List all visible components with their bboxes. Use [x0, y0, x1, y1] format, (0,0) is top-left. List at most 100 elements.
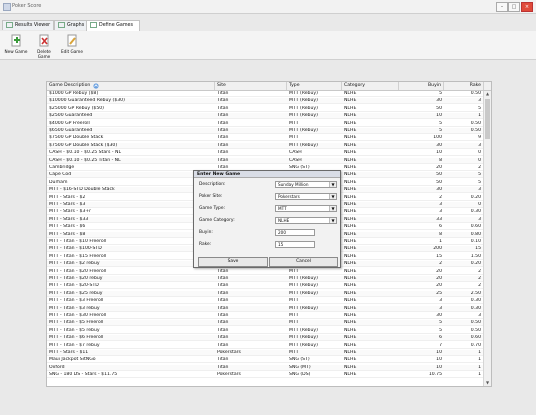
table-cell: Titan — [217, 135, 229, 141]
table-row[interactable]: CASH - $0.10 - $0.25 Stars - NL Titan CASH… — [47, 150, 483, 157]
table-row[interactable]: Oxford Titan SNG (MT) NLHE 10 1 — [47, 364, 483, 371]
table-cell: 1 — [478, 350, 481, 355]
table-cell: NLHE — [344, 298, 357, 304]
table-cell: MTT - Stars - $11 — [49, 350, 89, 355]
description-select[interactable]: Sunday Million ▼ — [275, 181, 337, 188]
table-cell: SNG (ST) — [289, 357, 310, 363]
table-row[interactable]: $25000 GP Rebuy ($50) Titan MTT (Rebuy) NLH… — [47, 106, 483, 112]
table-row[interactable]: MTT - Titan - $6 Freeroll Titan MTT (Rebuy… — [47, 335, 483, 342]
table-row[interactable]: MTT - Titan - $7 rebuy Titan MTT (Rebuy) NL… — [47, 343, 483, 349]
scroll-thumb[interactable] — [485, 99, 490, 139]
table-cell: MTT (Rebuy) — [289, 128, 318, 133]
poker-site-label: Poker Site: — [199, 194, 223, 199]
table-cell: 0.50 — [470, 120, 481, 126]
column-header-type[interactable]: Type — [287, 82, 342, 90]
table-row[interactable]: Maui Jackpot SitNGo Titan SNG (ST) NLHE 10 1 — [47, 357, 483, 364]
table-cell: 5 — [439, 120, 442, 126]
table-cell: Titan — [217, 320, 229, 326]
table-row[interactable]: $6500 Guaranteed Titan MTT (Rebuy) NLHE 5 0.5… — [47, 128, 483, 134]
table-cell: MTT - Titan - $10 Freeroll — [49, 239, 107, 244]
game-category-select[interactable]: NLHE ▼ — [275, 217, 337, 224]
table-row[interactable]: MTT - Titan - $20 rebuy Titan MTT (Rebuy) N… — [47, 276, 483, 282]
table-cell: $1000 GP Rebuy [$8] — [49, 91, 99, 96]
scroll-down-icon[interactable]: ▼ — [484, 380, 491, 386]
table-cell: 5 — [439, 91, 442, 96]
column-header-buyin[interactable]: Buyin — [399, 82, 444, 90]
cancel-button[interactable]: Cancel — [269, 257, 338, 267]
table-cell: 5 — [439, 327, 442, 333]
table-row[interactable]: $10000 Guaranteed Rebuy ($30) Titan MTT (R… — [47, 98, 483, 105]
table-row[interactable]: $4000 GP Freeroll Titan MTT NLHE 5 0.50 — [47, 121, 483, 127]
table-cell: NLHE — [344, 105, 357, 111]
table-cell: Titan — [217, 268, 229, 274]
table-row[interactable]: CASH - $0.10 - $0.25 Titan - NL Titan CASH… — [47, 157, 483, 164]
edit-game-icon — [66, 34, 78, 47]
table-row[interactable]: $2500 Guaranteed Titan MTT (Rebuy) NLHE 10 1 — [47, 113, 483, 120]
column-header-site[interactable]: Site — [215, 82, 287, 90]
save-button[interactable]: Save — [198, 257, 268, 267]
table-row[interactable]: MTT - Titan - $3 Freeroll Titan MTT NLHE 3 0.… — [47, 298, 483, 305]
rake-input[interactable]: 15 — [275, 241, 315, 248]
vertical-scrollbar[interactable]: ▲ ▼ — [483, 91, 491, 386]
table-row[interactable]: $7500 GP Double Stack Titan MTT NLHE 100 9 — [47, 135, 483, 142]
chevron-down-icon[interactable]: ▼ — [329, 194, 336, 199]
table-cell: MTT - Titan - $100-STD — [49, 246, 102, 252]
table-cell: 15 — [475, 246, 481, 252]
table-cell: 3 — [478, 187, 481, 193]
tab-graphs[interactable]: Graphs — [54, 20, 90, 30]
table-row[interactable]: MTT - Titan - $20 Freeroll Titan MTT NLHE 20… — [47, 269, 483, 275]
table-cell: NLHE — [344, 276, 357, 281]
table-cell: NLHE — [344, 320, 357, 326]
column-header-rake[interactable]: Rake — [444, 82, 484, 90]
table-row[interactable]: MTT - Titan - $20-STD Titan MTT (Rebuy) NLH… — [47, 283, 483, 290]
close-button[interactable]: × — [521, 2, 533, 12]
table-cell: CASH — [289, 157, 302, 163]
edit-game-button[interactable]: Edit Game — [59, 34, 85, 54]
table-cell: NLHE — [344, 165, 357, 170]
game-type-select[interactable]: MTT ▼ — [275, 205, 337, 212]
table-row[interactable]: MTT - Titan - $3 rebuy Titan MTT (Rebuy) NL… — [47, 305, 483, 312]
table-cell: NLHE — [344, 98, 357, 104]
column-header-category[interactable]: Category — [342, 82, 399, 90]
chevron-down-icon[interactable]: ▼ — [329, 182, 336, 187]
table-cell: MTT (Rebuy) — [289, 290, 318, 296]
table-row[interactable]: $7500 GP Double Stack ($30) Titan MTT (Reb… — [47, 142, 483, 149]
table-cell: 25 — [436, 290, 442, 296]
table-cell: NLHE — [344, 335, 357, 341]
table-row[interactable]: $1000 GP Rebuy [$8] Titan MTT (Rebuy) NLHE 5… — [47, 91, 483, 97]
table-row[interactable]: MTT - Stars - $11 Pokerstars MTT NLHE 10 1 — [47, 350, 483, 356]
table-cell: MTT - Titan - $3 Freeroll — [49, 298, 104, 304]
tab-results-viewer[interactable]: Results Viewer — [2, 20, 54, 30]
table-cell: MTT — [289, 298, 299, 304]
delete-game-button[interactable]: Delete Game — [31, 34, 57, 59]
table-cell: NLHE — [344, 327, 357, 333]
column-header-description[interactable]: Game Description — [47, 82, 215, 90]
sort-icon — [93, 83, 99, 89]
table-cell: $6500 Guaranteed — [49, 128, 93, 133]
table-row[interactable]: SNG - 180 DS - Stars - $11.75 Pokerstars S… — [47, 372, 483, 379]
table-cell: Durham — [49, 179, 68, 185]
tab-define-games[interactable]: Define Games — [86, 20, 140, 31]
table-row[interactable]: MTT - Titan - $25 rebuy Titan MTT (Rebuy) N… — [47, 290, 483, 297]
table-cell: MTT - Titan - $20 Freeroll — [49, 268, 107, 274]
chevron-down-icon[interactable]: ▼ — [329, 206, 336, 211]
minimize-button[interactable]: – — [496, 2, 508, 12]
table-cell: 0.50 — [470, 320, 481, 326]
table-cell: Titan — [217, 276, 229, 281]
table-cell: MTT - Titan - $2 rebuy — [49, 261, 100, 267]
window-title: Poker Score — [12, 3, 42, 9]
table-cell: SNG (DS) — [289, 372, 311, 378]
scroll-up-icon[interactable]: ▲ — [484, 91, 491, 97]
table-cell: 20 — [436, 276, 442, 281]
maximize-button[interactable]: □ — [508, 2, 520, 12]
table-cell: MTT — [289, 350, 299, 355]
table-row[interactable]: MTT - Titan - $5 Freeroll Titan MTT NLHE 5 0.… — [47, 320, 483, 327]
table-row[interactable]: MTT - Titan - $30 Freeroll Titan MTT NLHE 30… — [47, 313, 483, 319]
table-row[interactable]: MTT - Titan - $5 rebuy Titan MTT (Rebuy) NL… — [47, 328, 483, 334]
table-cell: MTT - Stars - $3+r — [49, 209, 92, 215]
poker-site-select[interactable]: Pokerstars ▼ — [275, 193, 337, 200]
buyin-input[interactable]: 200 — [275, 229, 315, 236]
new-game-button[interactable]: New Game — [3, 34, 29, 54]
chevron-down-icon[interactable]: ▼ — [329, 218, 336, 223]
table-cell: 2 — [478, 276, 481, 281]
